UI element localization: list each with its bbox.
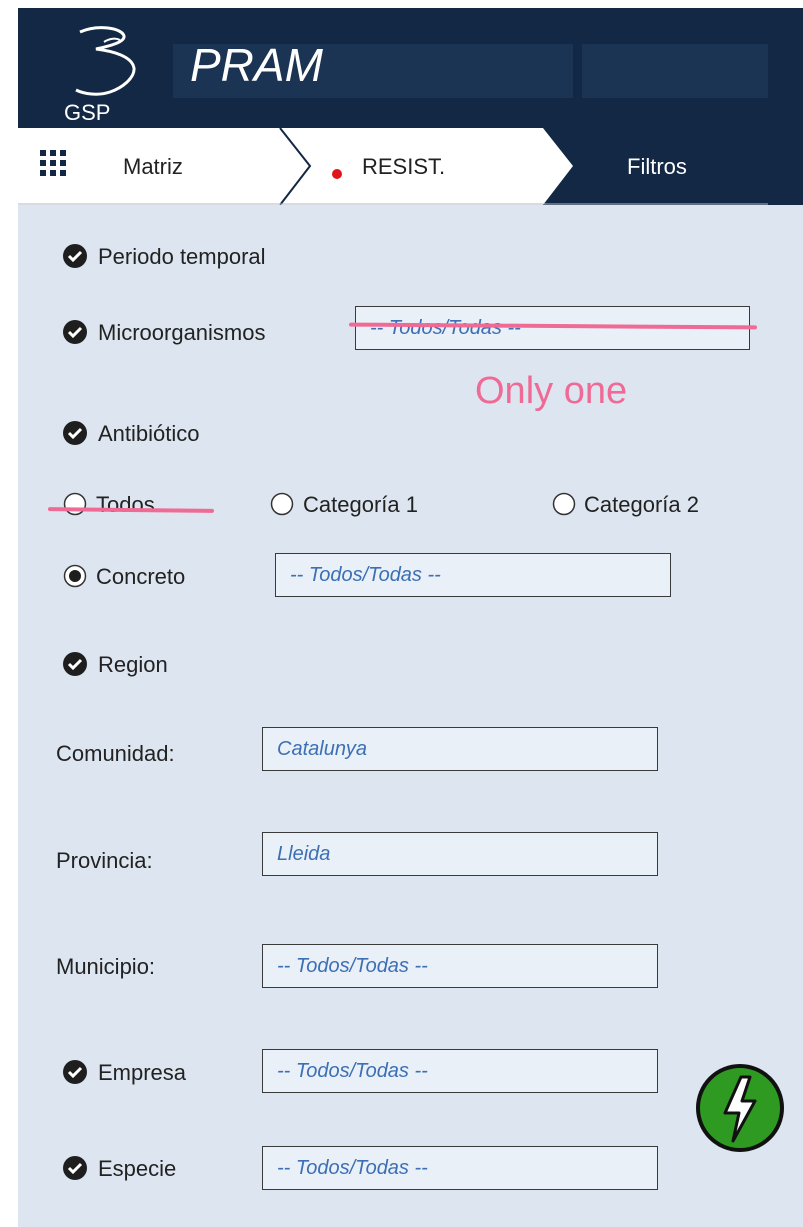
annotation-text: Only one bbox=[475, 370, 628, 412]
filters-panel: GSP PRAM Matriz RESIST. Filtros Periodo … bbox=[18, 8, 803, 1227]
comunidad-select[interactable]: Catalunya bbox=[262, 727, 658, 771]
comunidad-label: Comunidad: bbox=[56, 741, 175, 766]
region-checkbox[interactable] bbox=[63, 652, 87, 676]
radio-label-concreto: Concreto bbox=[96, 564, 186, 589]
breadcrumb-label-filtros: Filtros bbox=[627, 154, 687, 179]
municipio-select[interactable]: -- Todos/Todas -- bbox=[262, 944, 658, 988]
empresa-select[interactable]: -- Todos/Todas -- bbox=[262, 1049, 658, 1093]
antibiotico-label: Antibiótico bbox=[98, 421, 200, 446]
logo-text: GSP bbox=[64, 100, 111, 125]
breadcrumb-label-resist: RESIST. bbox=[362, 154, 446, 179]
lightning-bolt-icon[interactable] bbox=[695, 1063, 785, 1153]
especie-label: Especie bbox=[98, 1156, 177, 1181]
provincia-label: Provincia: bbox=[56, 848, 153, 873]
radio-label-categoria-1: Categoría 1 bbox=[303, 492, 418, 517]
empresa-checkbox[interactable] bbox=[63, 1060, 87, 1084]
app-title: PRAM bbox=[190, 39, 323, 91]
municipio-label: Municipio: bbox=[56, 954, 156, 979]
especie-checkbox[interactable] bbox=[63, 1156, 87, 1180]
radio-label-todos: Todos bbox=[96, 492, 155, 517]
periodo-label: Periodo temporal bbox=[98, 244, 266, 269]
antibiotico-concreto-select[interactable]: -- Todos/Todas -- bbox=[275, 553, 671, 597]
breadcrumb: Matriz RESIST. Filtros bbox=[18, 128, 803, 205]
status-dot bbox=[332, 169, 342, 179]
radio-todos[interactable] bbox=[63, 492, 87, 516]
radio-categoria-2[interactable] bbox=[552, 492, 576, 516]
microorganismos-checkbox[interactable] bbox=[63, 320, 87, 344]
radio-concreto[interactable] bbox=[63, 564, 87, 588]
grid-menu-icon bbox=[40, 150, 66, 176]
empresa-label: Empresa bbox=[98, 1060, 187, 1085]
radio-label-categoria-2: Categoría 2 bbox=[584, 492, 699, 517]
header-panel bbox=[582, 44, 768, 98]
especie-select[interactable]: -- Todos/Todas -- bbox=[262, 1146, 658, 1190]
breadcrumb-label-matriz: Matriz bbox=[123, 154, 183, 179]
microorganismos-label: Microorganismos bbox=[98, 320, 266, 345]
radio-categoria-1[interactable] bbox=[270, 492, 294, 516]
provincia-select[interactable]: Lleida bbox=[262, 832, 658, 876]
periodo-checkbox[interactable] bbox=[63, 244, 87, 268]
app-header: GSP PRAM bbox=[18, 8, 803, 128]
region-label: Region bbox=[98, 652, 168, 677]
antibiotico-checkbox[interactable] bbox=[63, 421, 87, 445]
